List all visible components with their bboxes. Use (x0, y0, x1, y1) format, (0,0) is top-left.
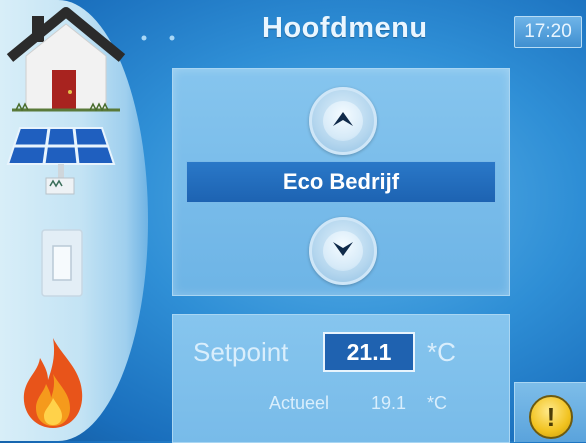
setpoint-panel: Setpoint 21.1 *C Actueel 19.1 *C (172, 314, 510, 443)
light-switch-icon[interactable] (40, 228, 84, 298)
scroll-up-button[interactable] (309, 87, 377, 155)
setpoint-unit: *C (427, 337, 456, 367)
sidebar (0, 0, 148, 441)
chevron-down-icon (331, 240, 355, 262)
chevron-up-icon (331, 110, 355, 132)
actual-label: Actueel (269, 393, 330, 413)
house-icon[interactable] (6, 6, 126, 116)
scroll-down-button[interactable] (309, 217, 377, 285)
setpoint-value-field[interactable]: 21.1 (323, 332, 415, 372)
decorative-dots (138, 28, 188, 47)
page-title: Hoofdmenu (262, 12, 428, 44)
mode-selector-panel: Eco Bedrijf (172, 68, 510, 296)
setpoint-label: Setpoint (193, 337, 289, 367)
actual-unit: *C (427, 393, 448, 413)
flame-icon[interactable] (18, 334, 88, 430)
solar-panel-icon[interactable] (6, 120, 116, 200)
clock-display: 17:20 (514, 16, 582, 48)
alarm-button[interactable]: ! (514, 382, 586, 442)
mode-label[interactable]: Eco Bedrijf (186, 161, 496, 203)
actual-value: 19.1 (371, 393, 407, 413)
warning-icon: ! (529, 395, 573, 439)
